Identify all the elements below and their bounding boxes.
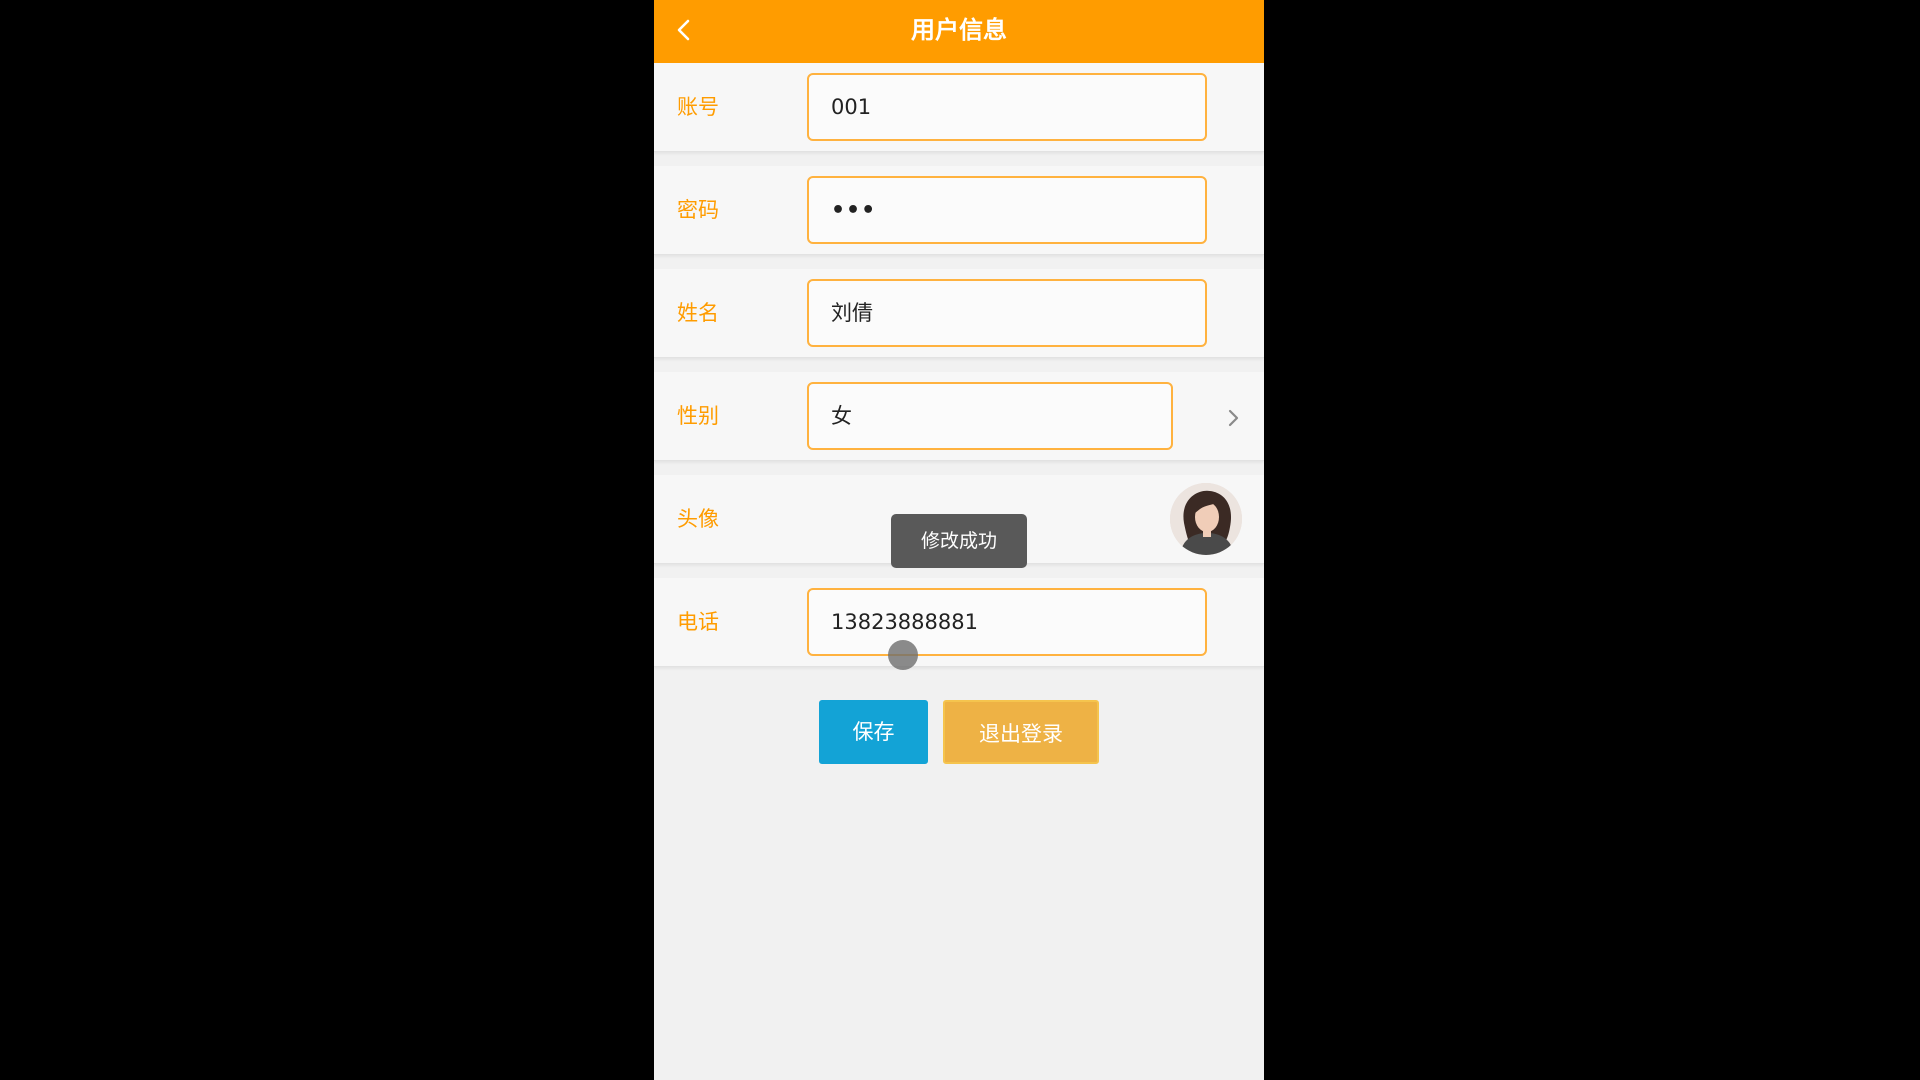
name-label: 姓名: [677, 301, 719, 325]
logout-button[interactable]: 退出登录: [943, 700, 1099, 764]
password-value: •••: [831, 198, 877, 223]
save-button[interactable]: 保存: [819, 700, 928, 764]
avatar[interactable]: [1170, 483, 1242, 555]
phone-input[interactable]: 13823888881: [807, 588, 1207, 656]
account-label: 账号: [677, 95, 719, 119]
success-toast: 修改成功: [891, 514, 1027, 568]
account-input[interactable]: 001: [807, 73, 1207, 141]
page-title: 用户信息: [911, 16, 1007, 44]
touch-indicator: [888, 640, 918, 670]
password-label: 密码: [677, 198, 719, 222]
form-row-name: 姓名 刘倩: [654, 269, 1264, 358]
avatar-image: [1170, 483, 1242, 555]
app-screen: 用户信息 账号 001 密码 ••• 姓名 刘倩 性别 女 头像 电话 1382…: [654, 0, 1264, 1080]
avatar-label: 头像: [677, 507, 719, 531]
gender-label: 性别: [677, 404, 719, 428]
name-input[interactable]: 刘倩: [807, 279, 1207, 347]
form-row-password: 密码 •••: [654, 166, 1264, 255]
form-row-account: 账号 001: [654, 63, 1264, 152]
form-row-gender: 性别 女: [654, 372, 1264, 461]
form-row-phone: 电话 13823888881: [654, 578, 1264, 667]
phone-label: 电话: [677, 610, 719, 634]
chevron-right-icon[interactable]: [1224, 406, 1244, 430]
gender-select[interactable]: 女: [807, 382, 1173, 450]
password-input[interactable]: •••: [807, 176, 1207, 244]
header-bar: 用户信息: [654, 0, 1264, 63]
